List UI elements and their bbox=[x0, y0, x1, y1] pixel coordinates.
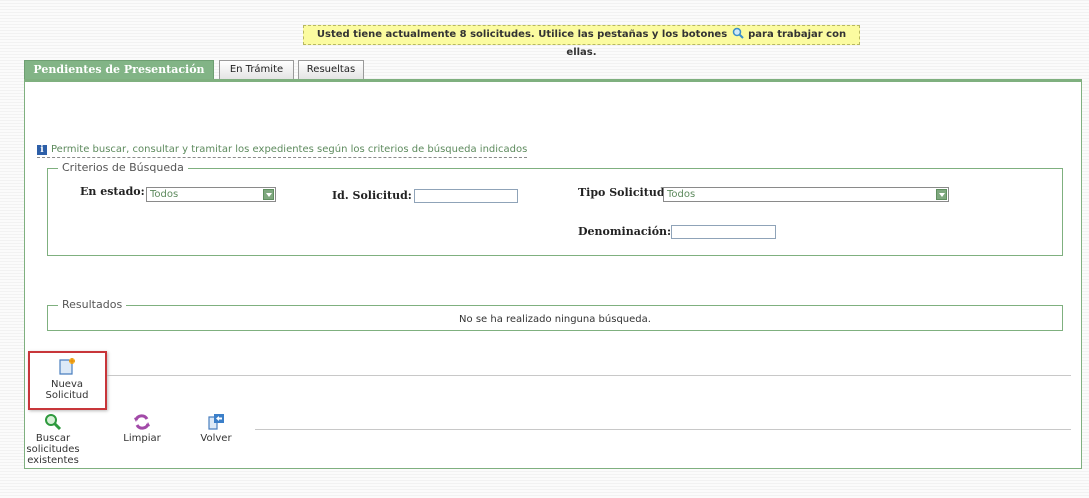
nueva-solicitud-button[interactable]: Nueva Solicitud bbox=[32, 357, 102, 401]
limpiar-button[interactable]: Limpiar bbox=[114, 413, 170, 444]
main-panel: i Permite buscar, consultar y tramitar lo… bbox=[24, 79, 1082, 469]
tipo-solicitud-select[interactable]: Todos bbox=[663, 187, 949, 202]
info-text: Permite buscar, consultar y tramitar los… bbox=[51, 144, 528, 155]
criterios-fieldset: Criterios de Búsqueda En estado: Todos I… bbox=[47, 161, 1063, 256]
info-icon: i bbox=[37, 145, 47, 155]
search-icon bbox=[45, 414, 62, 431]
back-icon bbox=[208, 414, 224, 430]
tipo-solicitud-value: Todos bbox=[667, 189, 696, 200]
limpiar-label: Limpiar bbox=[123, 433, 161, 444]
notice-text-start: Usted tiene actualmente 8 solicitudes. U… bbox=[316, 29, 728, 40]
criterios-legend: Criterios de Búsqueda bbox=[58, 161, 188, 174]
notice-banner: Usted tiene actualmente 8 solicitudes. U… bbox=[303, 25, 860, 58]
volver-label: Volver bbox=[200, 433, 232, 444]
refresh-icon bbox=[134, 414, 150, 430]
resultados-fieldset: Resultados No se ha realizado ninguna bú… bbox=[47, 298, 1063, 331]
estado-label: En estado: bbox=[80, 185, 145, 198]
id-solicitud-input[interactable] bbox=[414, 189, 518, 203]
tab-pendientes[interactable]: Pendientes de Presentación bbox=[24, 60, 214, 80]
divider bbox=[255, 429, 1071, 430]
chevron-down-icon[interactable] bbox=[263, 189, 274, 200]
denominacion-input[interactable] bbox=[671, 225, 776, 239]
id-solicitud-label: Id. Solicitud: bbox=[332, 189, 412, 202]
estado-select-value: Todos bbox=[150, 189, 179, 200]
estado-select[interactable]: Todos bbox=[146, 187, 276, 202]
nueva-label-2: Solicitud bbox=[45, 390, 89, 401]
tab-en-tramite[interactable]: En Trámite bbox=[219, 60, 294, 79]
resultados-legend: Resultados bbox=[58, 298, 127, 311]
divider bbox=[107, 375, 1071, 376]
nueva-label-1: Nueva bbox=[50, 379, 84, 390]
buscar-label-1: Buscar bbox=[35, 433, 71, 444]
buscar-label-2: solicitudes bbox=[26, 444, 80, 455]
search-icon bbox=[732, 27, 744, 39]
buscar-label-3: existentes bbox=[27, 455, 79, 466]
new-document-icon bbox=[59, 358, 75, 375]
volver-button[interactable]: Volver bbox=[188, 413, 244, 444]
buscar-button[interactable]: Buscar solicitudes existentes bbox=[24, 413, 82, 466]
no-results-message: No se ha realizado ninguna búsqueda. bbox=[459, 314, 651, 325]
info-note: i Permite buscar, consultar y tramitar lo… bbox=[37, 144, 528, 158]
chevron-down-icon[interactable] bbox=[936, 189, 947, 200]
tab-resueltas[interactable]: Resueltas bbox=[298, 60, 364, 79]
tipo-solicitud-label: Tipo Solicitud: bbox=[578, 186, 669, 199]
denominacion-label: Denominación: bbox=[578, 225, 672, 238]
